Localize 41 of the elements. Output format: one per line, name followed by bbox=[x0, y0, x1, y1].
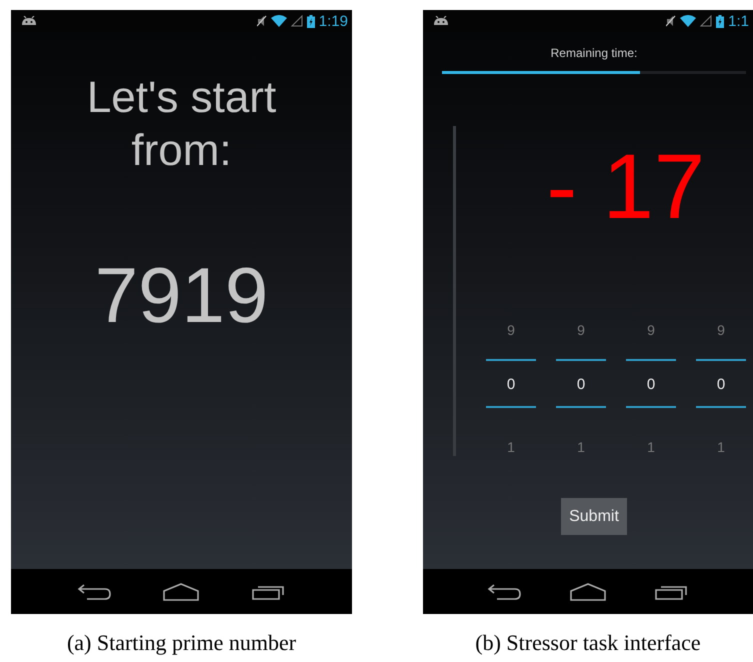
back-icon[interactable] bbox=[487, 584, 522, 600]
picker-value: 0 bbox=[646, 377, 656, 392]
submit-button[interactable]: Submit bbox=[561, 498, 627, 535]
picker-value-above: 9 bbox=[577, 323, 585, 337]
picker-value-above: 9 bbox=[717, 323, 725, 337]
picker-value-above: 9 bbox=[507, 323, 515, 337]
battery-icon bbox=[716, 14, 724, 28]
recents-icon[interactable] bbox=[252, 584, 286, 600]
android-icon bbox=[21, 16, 37, 26]
progress-label: Remaining time: bbox=[550, 47, 638, 59]
wifi-icon bbox=[270, 15, 287, 27]
number-picker[interactable]: 9 0 1 bbox=[626, 323, 676, 454]
wifi-icon bbox=[680, 15, 696, 27]
picker-value-below: 1 bbox=[507, 440, 515, 454]
prime-number: 7919 bbox=[94, 256, 268, 334]
muted-icon bbox=[256, 15, 267, 27]
result: - 17 bbox=[546, 141, 705, 233]
recents-icon[interactable] bbox=[654, 584, 689, 600]
heading: Let's start from: bbox=[86, 72, 278, 177]
home-icon[interactable] bbox=[163, 582, 200, 600]
figure-caption: (a) Starting prime number bbox=[66, 632, 296, 654]
picker-value-below: 1 bbox=[647, 440, 655, 454]
number-picker[interactable]: 9 0 1 bbox=[556, 323, 606, 454]
picker-value-below: 1 bbox=[717, 440, 725, 454]
back-icon[interactable] bbox=[77, 584, 112, 600]
picker-value: 0 bbox=[576, 377, 586, 392]
battery-icon bbox=[306, 14, 315, 28]
clock: 1:1 bbox=[728, 14, 749, 28]
clock: 1:19 bbox=[318, 14, 348, 28]
figure-caption: (b) Stressor task interface bbox=[475, 632, 701, 654]
android-icon bbox=[433, 16, 449, 26]
picker-value: 0 bbox=[716, 377, 726, 392]
number-picker[interactable]: 9 0 1 bbox=[696, 323, 746, 454]
number-picker[interactable]: 9 0 1 bbox=[486, 323, 536, 454]
signal-icon bbox=[700, 15, 712, 27]
muted-icon bbox=[666, 15, 676, 27]
picker-value-above: 9 bbox=[647, 323, 655, 337]
picker-value: 0 bbox=[506, 377, 516, 392]
picker-value-below: 1 bbox=[577, 440, 585, 454]
signal-icon bbox=[290, 15, 303, 27]
home-icon[interactable] bbox=[570, 582, 606, 600]
